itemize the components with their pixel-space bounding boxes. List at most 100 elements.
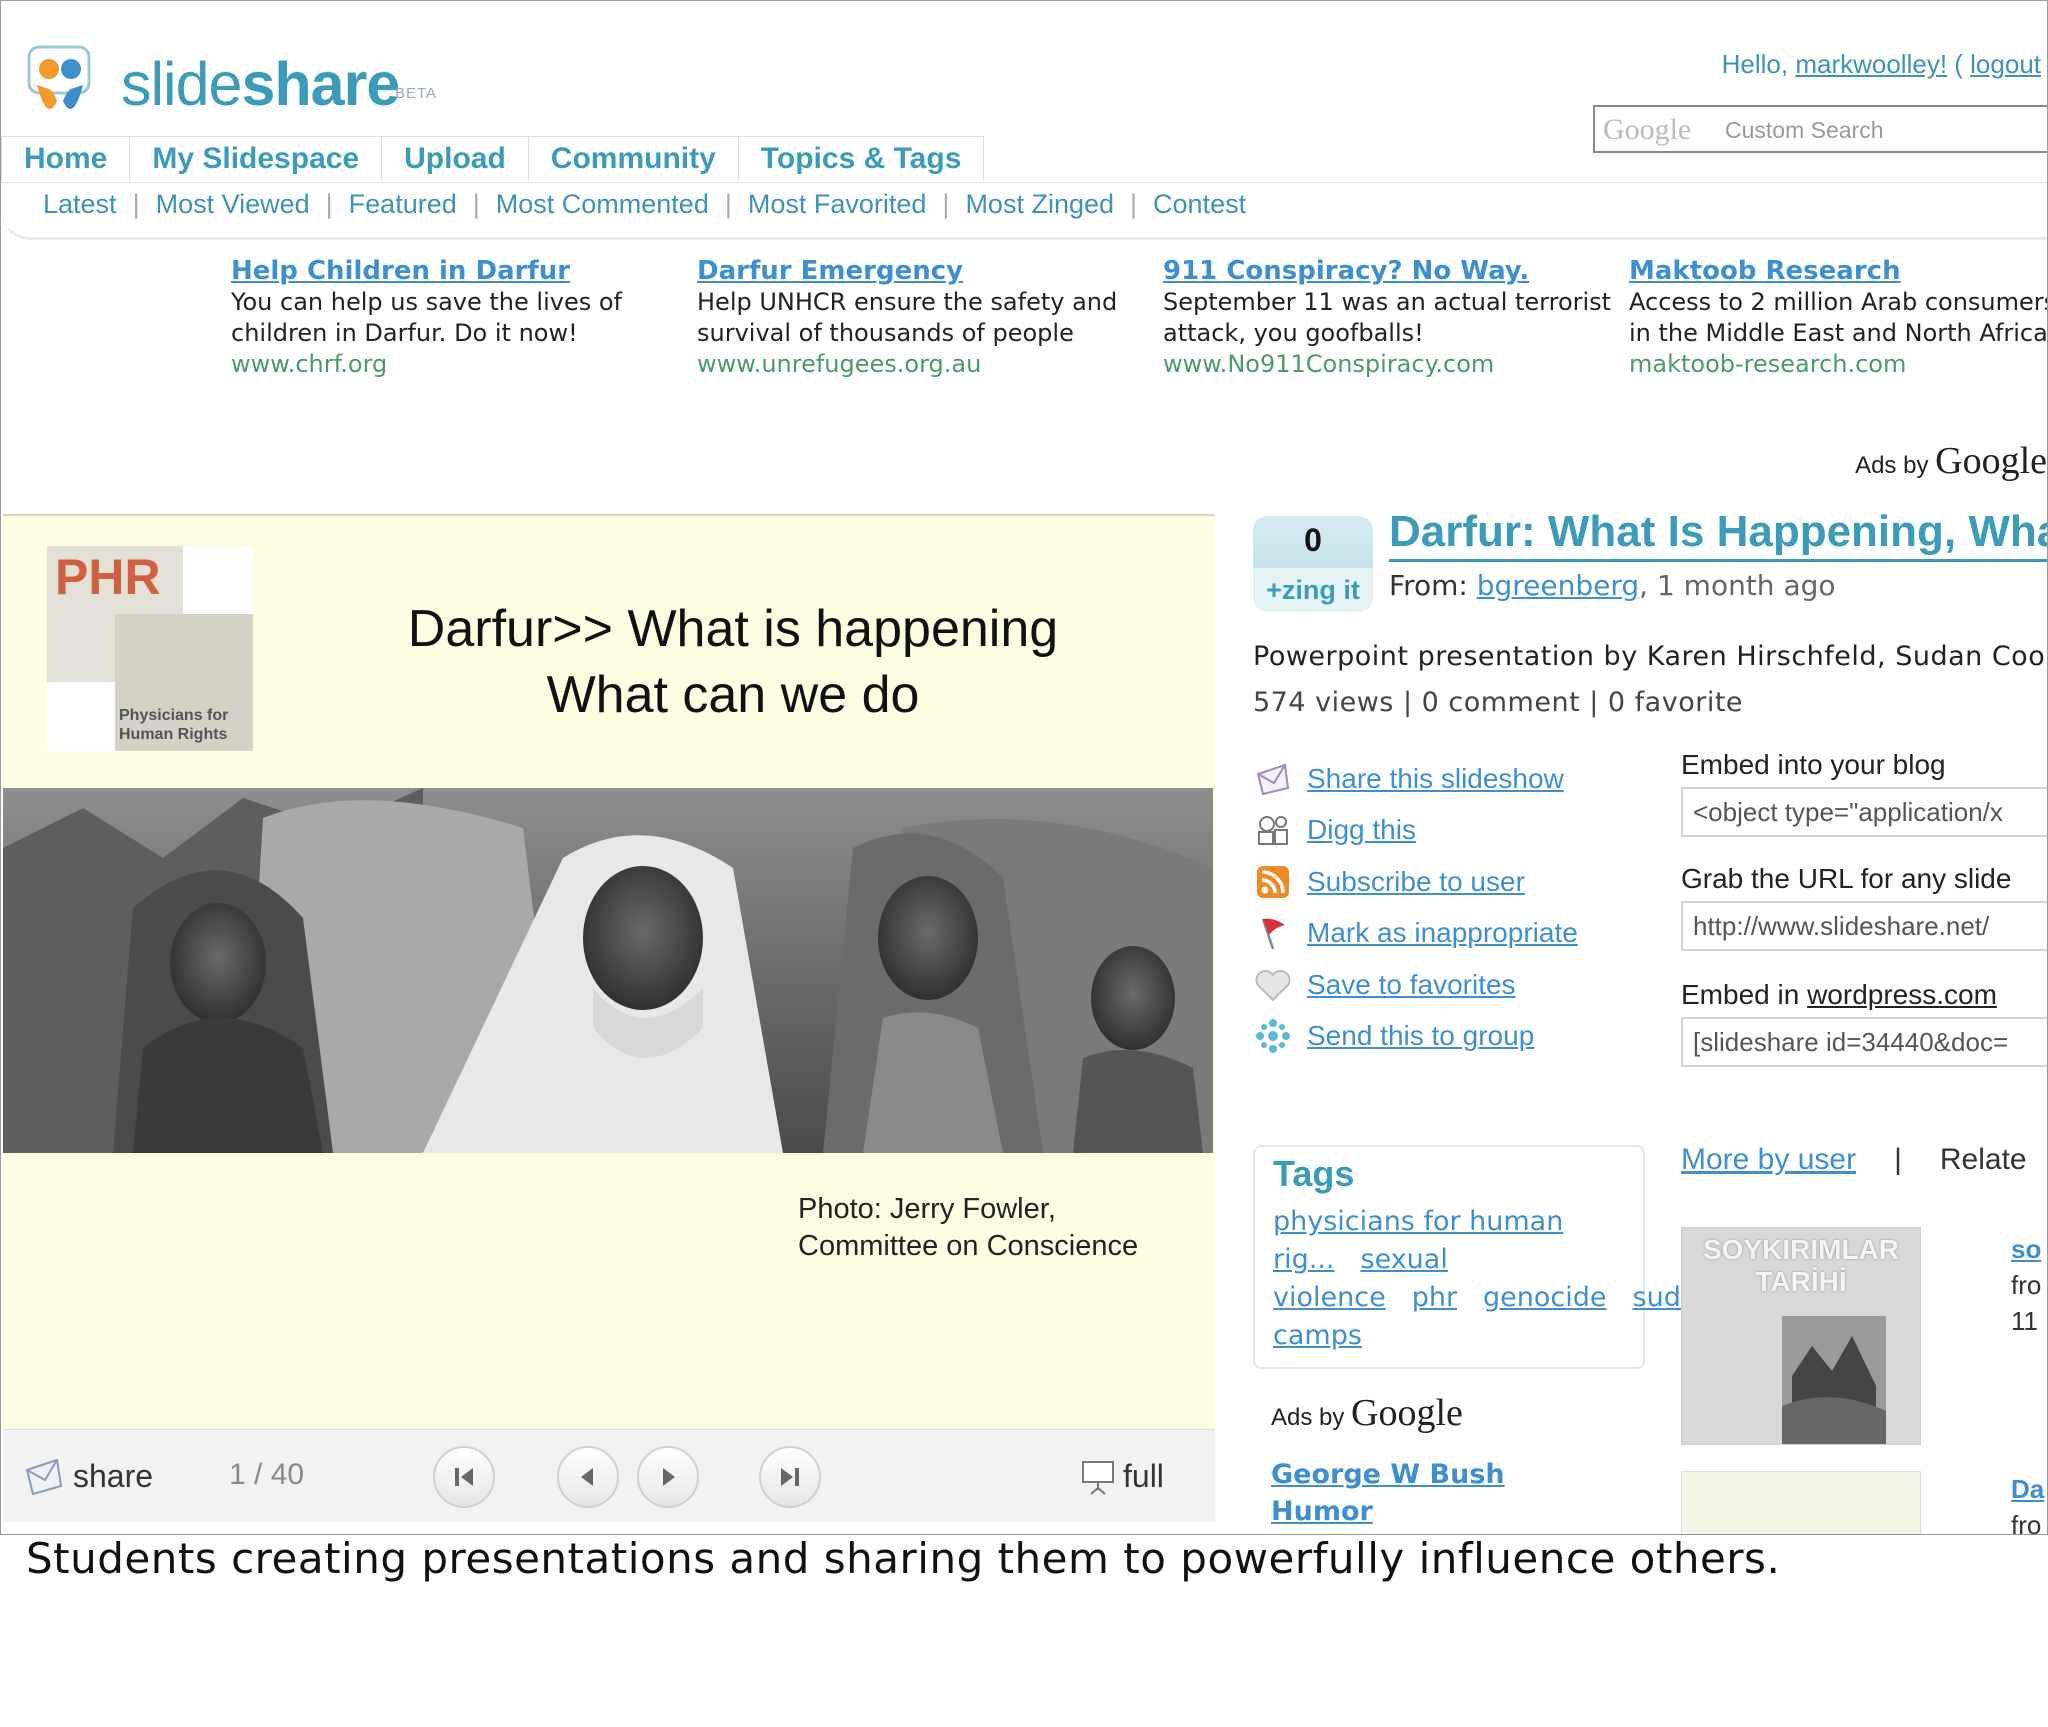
related-item: so fro 11 xyxy=(2011,1231,2041,1339)
share-icon xyxy=(25,1458,63,1496)
ad-description: September 11 was an actual terrorist att… xyxy=(1163,288,1612,347)
thumbnail-title-line: SOYKIRIMLAR xyxy=(1703,1234,1899,1265)
page-indicator: 1 / 40 xyxy=(229,1458,305,1491)
subnav-most-commented[interactable]: Most Commented xyxy=(496,189,709,219)
sidebar-ad-link[interactable]: George W Bush Humor xyxy=(1271,1456,1505,1530)
prev-slide-button[interactable] xyxy=(557,1446,619,1508)
share-button[interactable]: share xyxy=(23,1456,153,1496)
related-thumbnail[interactable]: SOYKIRIMLAR TARİHİ xyxy=(1681,1227,1921,1445)
ad-url[interactable]: www.chrf.org xyxy=(231,349,681,380)
related-thumbnail[interactable] xyxy=(1681,1471,1921,1534)
embed-wordpress-field[interactable]: [slideshare id=34440&doc= xyxy=(1681,1017,2047,1067)
separator: | xyxy=(132,189,140,219)
separator: | xyxy=(724,189,732,219)
embed-blog-field[interactable]: <object type="application/x xyxy=(1681,787,2047,837)
action-label[interactable]: Save to favorites xyxy=(1307,969,1516,1001)
subnav-contest[interactable]: Contest xyxy=(1153,189,1246,219)
full-label: full xyxy=(1123,1457,1164,1494)
subnav-featured[interactable]: Featured xyxy=(349,189,457,219)
zing-count: 0 xyxy=(1304,522,1322,558)
slide-title-line: Darfur>> What is happening xyxy=(407,600,1059,658)
nav-upload[interactable]: Upload xyxy=(381,136,529,181)
action-label[interactable]: Share this slideshow xyxy=(1307,763,1564,795)
title-underline xyxy=(1389,559,2047,562)
ad-title[interactable]: Help Children in Darfur xyxy=(231,255,681,287)
action-favorite[interactable]: Save to favorites xyxy=(1253,959,1578,1011)
tag-link[interactable]: genocide xyxy=(1483,1282,1606,1313)
next-slide-button[interactable] xyxy=(637,1446,699,1508)
related-from: fro xyxy=(2011,1510,2042,1535)
phr-logo-subtitle: Physicians for Human Rights xyxy=(119,706,228,744)
subnav-most-viewed[interactable]: Most Viewed xyxy=(156,189,310,219)
from-label: From: xyxy=(1389,569,1477,602)
presentation-title[interactable]: Darfur: What Is Happening, What C xyxy=(1389,507,2047,557)
subnav-latest[interactable]: Latest xyxy=(43,189,117,219)
search-input[interactable]: Google Custom Search xyxy=(1593,105,2047,153)
logo-block xyxy=(47,682,115,751)
ad-url[interactable]: maktoob-research.com xyxy=(1629,349,2047,380)
subnav-most-zinged[interactable]: Most Zinged xyxy=(965,189,1114,219)
tag-link[interactable]: phr xyxy=(1412,1282,1457,1313)
fullscreen-button[interactable]: full xyxy=(1079,1456,1164,1496)
slide-viewer[interactable]: PHR Physicians for Human Rights Darfur>> … xyxy=(3,514,1215,1431)
ad-title[interactable]: Darfur Emergency xyxy=(697,255,1147,287)
share-label: share xyxy=(73,1457,154,1494)
related-title-link[interactable]: so xyxy=(2011,1231,2041,1267)
player-controls: share 1 / 40 full xyxy=(3,1429,1215,1522)
ad-url[interactable]: www.No911Conspiracy.com xyxy=(1163,349,1613,380)
action-label[interactable]: Mark as inappropriate xyxy=(1307,917,1578,949)
action-share-slideshow[interactable]: Share this slideshow xyxy=(1253,753,1578,805)
ads-by-google[interactable]: Ads by Google xyxy=(1271,1391,1463,1435)
slide-photo xyxy=(3,788,1213,1153)
google-wordmark: Google xyxy=(1351,1392,1463,1434)
username-link[interactable]: markwoolley! xyxy=(1795,49,1947,79)
action-flag[interactable]: Mark as inappropriate xyxy=(1253,908,1578,960)
related-count: 11 xyxy=(2011,1306,2038,1336)
ad-description: You can help us save the lives of childr… xyxy=(231,288,622,347)
slide-url-field[interactable]: http://www.slideshare.net/ xyxy=(1681,901,2047,951)
tags-panel: Tags physicians for human rig... sexual v… xyxy=(1253,1145,1891,1369)
ad-description: Access to 2 million Arab consumers in th… xyxy=(1629,288,2048,347)
hello-text: Hello, xyxy=(1721,49,1796,79)
related-tab[interactable]: Relate xyxy=(1940,1143,2027,1176)
nav-community[interactable]: Community xyxy=(527,136,739,181)
related-title-link[interactable]: Da xyxy=(2011,1471,2044,1507)
slideshare-logo-text[interactable]: slideshare xyxy=(121,49,400,119)
more-by-user-tab[interactable]: More by user xyxy=(1681,1143,1856,1176)
flag-icon xyxy=(1253,913,1293,953)
search-placeholder: Custom Search xyxy=(1725,117,1884,143)
nav-topics-tags[interactable]: Topics & Tags xyxy=(737,136,985,181)
action-subscribe[interactable]: Subscribe to user xyxy=(1253,856,1578,908)
ads-by-google[interactable]: Ads by Google xyxy=(1855,439,2047,483)
share-icon xyxy=(1253,759,1293,799)
subnav-most-favorited[interactable]: Most Favorited xyxy=(748,189,927,219)
first-slide-button[interactable] xyxy=(433,1446,495,1508)
action-label[interactable]: Digg this xyxy=(1307,814,1416,846)
beta-badge: BETA xyxy=(395,85,438,102)
nav-my-slidespace[interactable]: My Slidespace xyxy=(129,136,383,181)
digg-icon xyxy=(1253,810,1293,850)
ad-url[interactable]: www.unrefugees.org.au xyxy=(697,349,1147,380)
slideshare-logo-icon[interactable] xyxy=(27,45,109,125)
google-brand: Google xyxy=(1603,113,1692,146)
zing-button[interactable]: 0 +zing it xyxy=(1253,516,1373,612)
action-digg[interactable]: Digg this xyxy=(1253,805,1578,857)
action-label[interactable]: Subscribe to user xyxy=(1307,866,1525,898)
presentation-description: Powerpoint presentation by Karen Hirschf… xyxy=(1253,641,2048,672)
presentation-screen-icon xyxy=(1082,1461,1114,1495)
slide-url-label: Grab the URL for any slide xyxy=(1681,863,2012,894)
ad-title[interactable]: Maktoob Research xyxy=(1629,255,2047,287)
ad-title[interactable]: 911 Conspiracy? No Way. xyxy=(1163,255,1613,287)
credit-line: Committee on Conscience xyxy=(798,1230,1139,1262)
ads-by-label: Ads by xyxy=(1855,452,1936,479)
logout-link[interactable]: logout xyxy=(1970,49,2041,79)
heart-icon xyxy=(1253,965,1293,1005)
author-link[interactable]: bgreenberg xyxy=(1477,569,1639,602)
last-slide-button[interactable] xyxy=(759,1446,821,1508)
action-send-group[interactable]: Send this to group xyxy=(1253,1011,1578,1063)
ad-line: Humor xyxy=(1271,1496,1373,1527)
tag-list: physicians for human rig... sexual violen… xyxy=(1273,1203,1891,1355)
nav-home[interactable]: Home xyxy=(1,136,131,181)
wordpress-link[interactable]: wordpress.com xyxy=(1807,979,1997,1010)
action-label[interactable]: Send this to group xyxy=(1307,1020,1534,1052)
